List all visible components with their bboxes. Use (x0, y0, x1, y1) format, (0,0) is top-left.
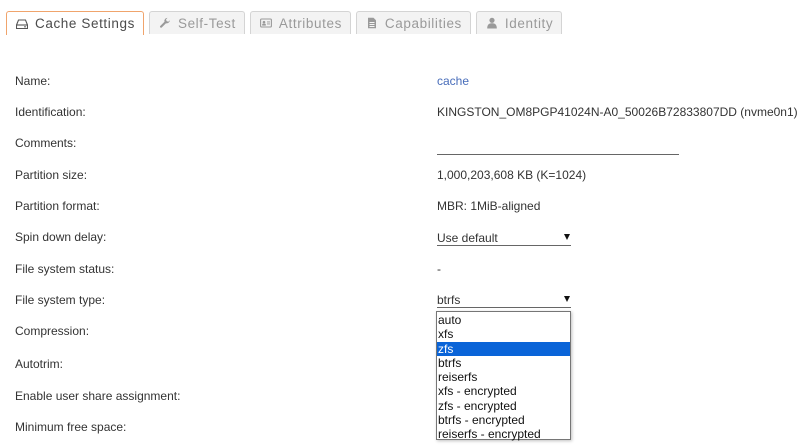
tab-capabilities[interactable]: Capabilities (355, 11, 471, 34)
minimum-free-space-label: Minimum free space: (15, 420, 127, 434)
disk-settings-page: Cache Settings Self-Test Attributes Capa… (0, 0, 800, 448)
partition-format-label: Partition format: (15, 199, 100, 213)
dropdown-option[interactable]: xfs - encrypted (437, 384, 570, 398)
compression-label: Compression: (15, 324, 90, 338)
tab-label: Capabilities (384, 15, 462, 31)
spin-down-delay-label: Spin down delay: (15, 230, 107, 244)
dropdown-option[interactable]: zfs - encrypted (437, 399, 570, 413)
tab-identity[interactable]: Identity (475, 11, 563, 34)
tab-cache-settings[interactable]: Cache Settings (6, 11, 144, 35)
tab-attributes[interactable]: Attributes (249, 11, 351, 34)
spin-down-delay-select[interactable]: Use default (437, 231, 571, 246)
autotrim-label: Autotrim: (15, 357, 64, 371)
fs-type-value: btrfs (437, 293, 461, 307)
caret-down-icon (564, 296, 570, 302)
dropdown-option-highlighted[interactable]: zfs (437, 341, 570, 356)
caret-down-icon (564, 234, 570, 240)
spin-down-delay-value: Use default (437, 231, 498, 245)
dropdown-option[interactable]: btrfs - encrypted (437, 413, 570, 427)
identification-value: KINGSTON_OM8PGP41024N-A0_50026B72833807D… (437, 105, 798, 119)
comments-input[interactable] (437, 140, 679, 155)
tab-label: Attributes (278, 15, 342, 31)
user-icon (486, 17, 498, 29)
dropdown-option[interactable]: reiserfs - encrypted (437, 427, 570, 441)
dropdown-option[interactable]: reiserfs (437, 370, 570, 384)
fs-status-value: - (437, 262, 441, 276)
fs-type-dropdown-list: auto xfs zfs btrfs reiserfs xfs - encryp… (436, 311, 571, 441)
tab-self-test[interactable]: Self-Test (148, 11, 245, 34)
partition-size-label: Partition size: (15, 168, 88, 182)
dropdown-option[interactable]: btrfs (437, 356, 570, 370)
user-share-assignment-label: Enable user share assignment: (15, 389, 181, 403)
comments-label: Comments: (15, 136, 77, 150)
name-label: Name: (15, 74, 51, 88)
tab-label: Identity (504, 15, 554, 31)
tab-label: Cache Settings (35, 16, 135, 31)
wrench-icon (159, 17, 171, 29)
identification-label: Identification: (15, 105, 86, 119)
fs-type-select[interactable]: btrfs (437, 293, 571, 308)
dropdown-option[interactable]: xfs (437, 327, 570, 341)
partition-size-value: 1,000,203,608 KB (K=1024) (437, 168, 587, 182)
fs-type-label: File system type: (15, 293, 106, 307)
partition-format-value: MBR: 1MiB-aligned (437, 199, 541, 213)
tab-bar: Cache Settings Self-Test Attributes Capa… (6, 11, 567, 35)
name-value[interactable]: cache (437, 74, 469, 88)
hard-drive-icon (16, 18, 28, 30)
dropdown-option[interactable]: auto (437, 313, 570, 327)
tab-label: Self-Test (177, 15, 236, 31)
id-card-icon (259, 17, 272, 29)
file-icon (366, 17, 378, 29)
fs-status-label: File system status: (15, 262, 115, 276)
